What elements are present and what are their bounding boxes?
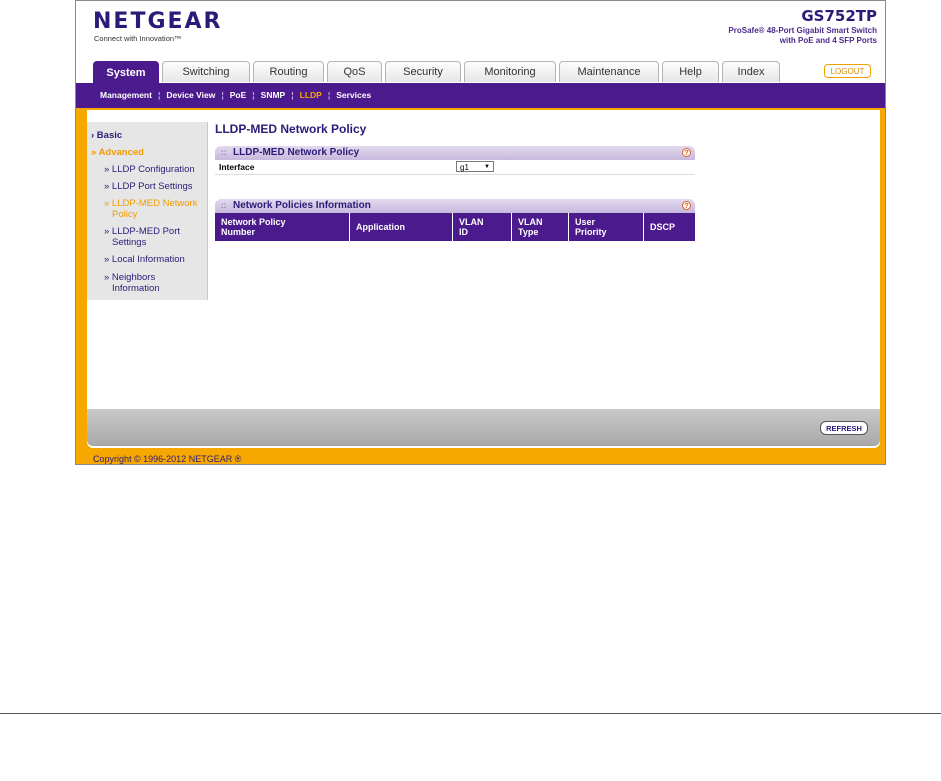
nav-label-line1: » Neighbors [104,272,156,283]
table-header-row: Network Policy Number Application VLAN ID … [215,213,695,241]
nav-local-information[interactable]: » Local Information [104,254,185,265]
panel-title: Network Policies Information [233,200,371,211]
copyright: Copyright © 1996-2012 NETGEAR ® [93,454,242,464]
content-area: › Basic » Advanced » LLDP Configuration … [87,110,880,448]
col-vlan-id: VLAN ID [452,213,512,241]
browser-frame: NETGEAR Connect with Innovation™ GS752TP… [75,0,886,465]
col-network-policy-number: Network Policy Number [215,213,350,241]
panel-grip-icon: :: [221,201,227,210]
header: NETGEAR Connect with Innovation™ GS752TP… [76,1,885,61]
col-dscp: DSCP [643,213,695,241]
subnav-management[interactable]: Management [100,90,152,100]
tab-qos[interactable]: QoS [327,61,382,82]
nav-neighbors-information[interactable]: » Neighbors Information [104,272,160,294]
tab-help[interactable]: Help [662,61,719,82]
panel-title: LLDP-MED Network Policy [233,147,360,158]
network-policies-info-panel: :: Network Policies Information ? Networ… [215,199,695,241]
subnav-snmp[interactable]: SNMP [261,90,286,100]
nav-label-line2: Policy [112,209,138,220]
nav-lldp-port-settings[interactable]: » LLDP Port Settings [104,181,193,192]
nav-label-line1: » LLDP-MED Port [104,226,181,237]
subnav-lldp[interactable]: LLDP [300,90,322,100]
subnav-separator: ¦ [252,90,255,100]
page-divider [0,713,941,714]
content-frame: › Basic » Advanced » LLDP Configuration … [76,108,885,464]
nav-label-line2: Settings [112,237,147,248]
subnav-services[interactable]: Services [336,90,371,100]
model-description: ProSafe® 48-Port Gigabit Smart Switch wi… [637,26,877,46]
nav-label-line1: » LLDP-MED Network [104,198,198,209]
model-desc-line1: ProSafe® 48-Port Gigabit Smart Switch [728,26,877,35]
col-application: Application [349,213,453,241]
refresh-button[interactable]: REFRESH [820,421,868,435]
interface-select-value: g1 [460,163,469,172]
tab-switching[interactable]: Switching [162,61,250,82]
tab-security[interactable]: Security [385,61,461,82]
col-vlan-type: VLAN Type [511,213,569,241]
subnav-poe[interactable]: PoE [230,90,247,100]
interface-row: Interface g1 ▼ [215,160,695,175]
network-policy-panel: :: LLDP-MED Network Policy ? Interface g… [215,146,695,175]
help-icon[interactable]: ? [682,201,691,210]
nav-lldp-med-network-policy[interactable]: » LLDP-MED Network Policy [104,198,197,220]
col-user-priority: User Priority [568,213,644,241]
tab-routing[interactable]: Routing [253,61,324,82]
nav-label-line2: Information [112,283,160,294]
tab-maintenance[interactable]: Maintenance [559,61,659,82]
subnav-separator: ¦ [327,90,331,100]
sub-navigation: Management ¦ Device View ¦ PoE ¦ SNMP ¦ … [76,83,885,108]
model-name: GS752TP [801,7,877,25]
nav-advanced[interactable]: » Advanced [91,147,144,158]
logout-button[interactable]: LOGOUT [824,64,871,78]
interface-select[interactable]: g1 ▼ [456,161,494,172]
main-tabs: System Switching Routing QoS Security Mo… [93,61,783,84]
subnav-separator: ¦ [157,90,161,100]
chevron-down-icon: ▼ [484,164,490,170]
tab-index[interactable]: Index [722,61,780,82]
nav-basic[interactable]: › Basic [91,130,122,141]
panel-grip-icon: :: [221,148,227,157]
tab-system[interactable]: System [93,61,159,84]
interface-label: Interface [219,162,255,172]
panel-header: :: Network Policies Information ? [215,199,695,213]
network-policies-table: Network Policy Number Application VLAN ID … [215,213,695,241]
subnav-separator: ¦ [221,90,224,100]
panel-header: :: LLDP-MED Network Policy ? [215,146,695,160]
left-navigation: › Basic » Advanced » LLDP Configuration … [87,122,208,300]
nav-lldp-med-port-settings[interactable]: » LLDP-MED Port Settings [104,226,180,248]
page-title: LLDP-MED Network Policy [215,122,367,136]
tagline: Connect with Innovation™ [94,34,182,43]
help-icon[interactable]: ? [682,148,691,157]
bottom-bar: REFRESH [87,409,880,446]
model-desc-line2: with PoE and 4 SFP Ports [779,36,877,45]
netgear-logo: NETGEAR [93,9,223,34]
nav-lldp-configuration[interactable]: » LLDP Configuration [104,164,195,175]
tab-monitoring[interactable]: Monitoring [464,61,556,82]
subnav-device-view[interactable]: Device View [166,90,215,100]
subnav-separator: ¦ [291,90,294,100]
